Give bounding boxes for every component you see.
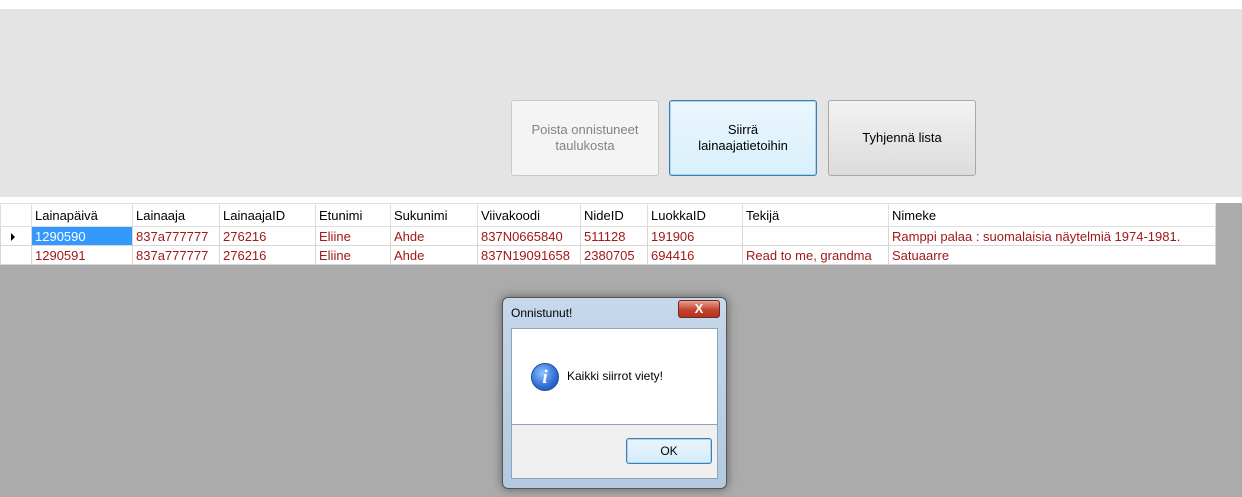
- dialog-message: Kaikki siirrot viety!: [567, 369, 664, 383]
- column-header-tekija[interactable]: Tekijä: [742, 203, 889, 227]
- remove-successful-button: Poista onnistuneet taulukosta: [511, 100, 659, 176]
- column-header-lainapaiva[interactable]: Lainapäivä: [31, 203, 133, 227]
- table-cell[interactable]: 276216: [219, 245, 316, 265]
- table-cell[interactable]: Read to me, grandma: [742, 245, 889, 265]
- close-icon[interactable]: X: [678, 300, 720, 318]
- row-selector[interactable]: [0, 226, 32, 246]
- table-cell[interactable]: Ahde: [390, 245, 478, 265]
- table-cell[interactable]: Eliine: [315, 245, 391, 265]
- column-header-sukunimi[interactable]: Sukunimi: [390, 203, 478, 227]
- table-cell[interactable]: Ahde: [390, 226, 478, 246]
- table-cell[interactable]: 837a777777: [132, 245, 220, 265]
- row-selector[interactable]: [0, 245, 32, 265]
- table-cell[interactable]: 191906: [647, 226, 743, 246]
- data-grid[interactable]: Lainapäivä Lainaaja LainaajaID Etunimi S…: [0, 203, 1216, 265]
- column-header-luokkaid[interactable]: LuokkaID: [647, 203, 743, 227]
- table-cell[interactable]: 2380705: [580, 245, 648, 265]
- table-cell[interactable]: Ramppi palaa : suomalaisia näytelmiä 197…: [888, 226, 1216, 246]
- table-cell[interactable]: [742, 226, 889, 246]
- table-cell[interactable]: 1290590: [31, 226, 133, 246]
- table-row[interactable]: 1290590 837a777777 276216 Eliine Ahde 83…: [0, 226, 1216, 246]
- clear-list-button[interactable]: Tyhjennä lista: [828, 100, 976, 176]
- table-cell[interactable]: 511128: [580, 226, 648, 246]
- table-cell[interactable]: Eliine: [315, 226, 391, 246]
- grid-header-row: Lainapäivä Lainaaja LainaajaID Etunimi S…: [0, 203, 1216, 227]
- column-header-etunimi[interactable]: Etunimi: [315, 203, 391, 227]
- column-header-lainaajaid[interactable]: LainaajaID: [219, 203, 316, 227]
- table-cell[interactable]: Satuaarre: [888, 245, 1216, 265]
- column-header-nimeke[interactable]: Nimeke: [888, 203, 1216, 227]
- table-cell[interactable]: 276216: [219, 226, 316, 246]
- info-icon: i: [531, 363, 559, 391]
- table-cell[interactable]: 837a777777: [132, 226, 220, 246]
- current-row-arrow-icon: [11, 233, 15, 242]
- ok-button[interactable]: OK: [626, 438, 712, 464]
- column-header-nideid[interactable]: NideID: [580, 203, 648, 227]
- row-header-corner: [0, 203, 32, 227]
- transfer-to-borrower-button[interactable]: Siirrä lainaajatietoihin: [669, 100, 817, 176]
- dialog-title: Onnistunut!: [511, 306, 573, 320]
- table-cell[interactable]: 1290591: [31, 245, 133, 265]
- column-header-viivakoodi[interactable]: Viivakoodi: [477, 203, 581, 227]
- table-cell[interactable]: 694416: [647, 245, 743, 265]
- table-cell[interactable]: 837N0665840: [477, 226, 581, 246]
- table-cell[interactable]: 837N19091658: [477, 245, 581, 265]
- table-row[interactable]: 1290591 837a777777 276216 Eliine Ahde 83…: [0, 245, 1216, 265]
- column-header-lainaaja[interactable]: Lainaaja: [132, 203, 220, 227]
- dialog-body: i Kaikki siirrot viety!: [511, 328, 718, 425]
